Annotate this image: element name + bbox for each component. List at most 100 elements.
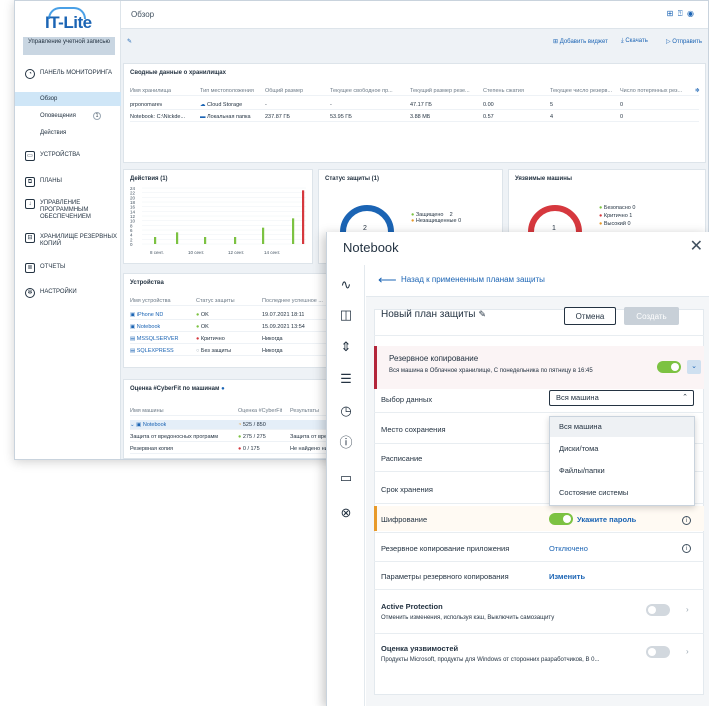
status-cell: ● OK [196,312,209,318]
retention-label: Срок хранения [381,485,433,494]
remove-circle-icon[interactable]: ⊗ [338,505,354,521]
table-row[interactable]: ▣ iPhone ND ● OK 19.07.2021 18:11 [130,310,326,320]
chevron-up-icon: ⌃ [682,394,688,401]
divider [374,589,704,590]
backup-params-edit-link[interactable]: Изменить [549,572,585,581]
info-icon[interactable]: i [682,516,691,525]
protection-card-title: Статус защиты (1) [325,176,379,182]
table-row[interactable]: ⌄ ▣ Notebook ◔ 525 / 850 [130,420,326,430]
backup-section[interactable]: Резервное копирование Вся машина в Облач… [374,346,704,389]
nav-software-label: Управление программным обеспечением [40,200,91,220]
table-row[interactable]: ▤ SQLEXPRESS ○ Без защиты Никогда [130,346,326,356]
score-ring-icon: ◔ [238,422,242,428]
alert-icon[interactable]: ⓘ [338,435,354,451]
devices-table-header: Имя устройства Статус защиты Последнее у… [130,296,326,306]
active-protection-title: Active Protection [381,602,443,611]
set-password-link[interactable]: Укажите пароль [577,515,636,524]
info-icon[interactable]: i [682,544,691,553]
dropdown-option-whole-machine[interactable]: Вся машина [550,417,694,437]
shield-check-icon[interactable]: ◫ [338,307,354,323]
status-text: Без защиты [200,348,232,354]
cell: 0 [620,114,624,120]
table-row[interactable]: ▣ Notebook ● OK 15.09.2021 13:54 [130,322,326,332]
activity-pulse-icon[interactable]: ∿ [338,277,354,293]
apps-grid-icon[interactable]: ⊞ [667,9,674,18]
device-link[interactable]: ▤ SQLEXPRESS [130,348,174,354]
list-icon[interactable]: ☰ [338,371,354,387]
th-storage-name: Имя хранилища [130,88,172,94]
backup-toggle[interactable] [657,361,681,373]
help-icon[interactable]: ● [221,386,225,392]
active-protection-subtitle: Отменить изменения, используя кэш, Выклю… [381,615,555,621]
active-protection-toggle[interactable] [646,604,670,616]
download-label: Скачать [625,38,648,44]
chart-bar [154,237,157,244]
cell-text: Cloud Storage [207,102,243,108]
storage-card-title: Сводные данные о хранилищах [130,70,226,76]
activities-card: Действия (1) 24 22 20 18 16 14 12 10 8 6 4 2 0 8 сент… [123,169,313,264]
device-name: iPhone ND [136,312,164,318]
cyberfit-table-header: Имя машины Оценка #CyberFit Результаты [130,406,326,416]
device-link[interactable]: ▤ MSSQLSERVER [130,336,179,342]
app-backup-label: Резервное копирование приложения [381,544,510,553]
subnav-overview[interactable]: Обзор [15,92,121,106]
cell: - [330,102,332,108]
data-selection-label: Выбор данных [381,395,433,404]
folder-settings-icon[interactable]: ▭ [338,470,354,486]
recovery-icon[interactable]: ⇕ [338,339,354,355]
panel-main: ⟵ Назад к примененным планам защиты Новы… [366,265,709,706]
table-row[interactable]: ▤ MSSQLSERVER ● Критично Никогда [130,334,326,344]
device-name: Notebook [136,324,161,330]
subnav-activities[interactable]: Действия [15,126,121,140]
cancel-button[interactable]: Отмена [564,307,616,325]
machine-link[interactable]: ⌄ ▣ Notebook [130,422,166,428]
send-button[interactable]: ▷ Отправить [666,38,702,45]
monitor-icon: ▭ [25,151,35,161]
dropdown-option-files[interactable]: Файлы/папки [550,461,694,481]
edit-layout-icon[interactable]: ✎ [127,38,132,45]
cell: 3.88 МБ [410,114,431,120]
table-settings-icon[interactable]: ✻ [695,88,700,94]
app-backup-value[interactable]: Отключено [549,544,588,553]
close-icon[interactable]: ✕ [690,236,703,256]
protection-center-value: 2 [363,225,367,232]
chevron-right-icon[interactable]: › [686,647,689,656]
subnav-alerts[interactable]: Оповещения 1 [15,109,121,123]
legend-value: 0 [632,205,636,211]
th-backup-count: Текущее число резерв... [550,88,613,94]
folder-icon: ▬ [200,114,206,120]
score-cell: ● 275 / 275 [238,434,266,440]
table-row[interactable]: Notebook: C:\Nickde... ▬ Локальная папка… [130,112,699,122]
device-link[interactable]: ▣ iPhone ND [130,312,163,318]
help-icon[interactable]: ⍰ [678,9,683,18]
data-selection-dropdown: Вся машина Диски/тома Файлы/папки Состоя… [549,416,695,506]
chevron-down-icon[interactable]: ⌄ [687,360,701,374]
table-row[interactable]: prponomarev ☁ Cloud Storage - - 47.17 ГБ… [130,100,699,110]
data-selection-select[interactable]: Вся машина ⌃ [549,390,694,406]
legend-dot: ● [411,218,415,224]
create-button[interactable]: Создать [624,307,679,325]
account-management-button[interactable]: Управление учетной записью [23,37,115,55]
user-icon[interactable]: ◉ [687,9,694,18]
encryption-toggle[interactable] [549,513,573,525]
vuln-assessment-toggle[interactable] [646,646,670,658]
download-button[interactable]: ⤓ Скачать [621,38,648,45]
dropdown-option-disks[interactable]: Диски/тома [550,439,694,459]
dropdown-option-system-state[interactable]: Состояние системы [550,483,694,503]
activities-chart: 2422201816141210864208 сент. 10 сент. 12 с… [130,186,306,255]
cell: Никогда [262,336,283,342]
backup-subtitle: Вся машина в Облачное хранилище, С понед… [389,368,593,374]
clock-icon[interactable]: ◷ [338,403,354,419]
page-title: Обзор [131,10,155,19]
add-widget-button[interactable]: ⊞ Добавить виджет [553,38,608,45]
legend-item: ● Безопасно 0 [599,204,635,212]
device-link[interactable]: ▣ Notebook [130,324,160,330]
vuln-assessment-subtitle: Продукты Microsoft, продукты для Windows… [381,657,600,663]
add-widget-label: Добавить виджет [559,39,608,45]
cell: 5 [550,102,554,108]
schedule-label: Расписание [381,454,423,463]
chevron-right-icon[interactable]: › [686,605,689,614]
pencil-icon[interactable]: ✎ [479,309,487,319]
location-label: Место сохранения [381,425,446,434]
back-link[interactable]: ⟵ Назад к примененным планам защиты [366,265,709,297]
